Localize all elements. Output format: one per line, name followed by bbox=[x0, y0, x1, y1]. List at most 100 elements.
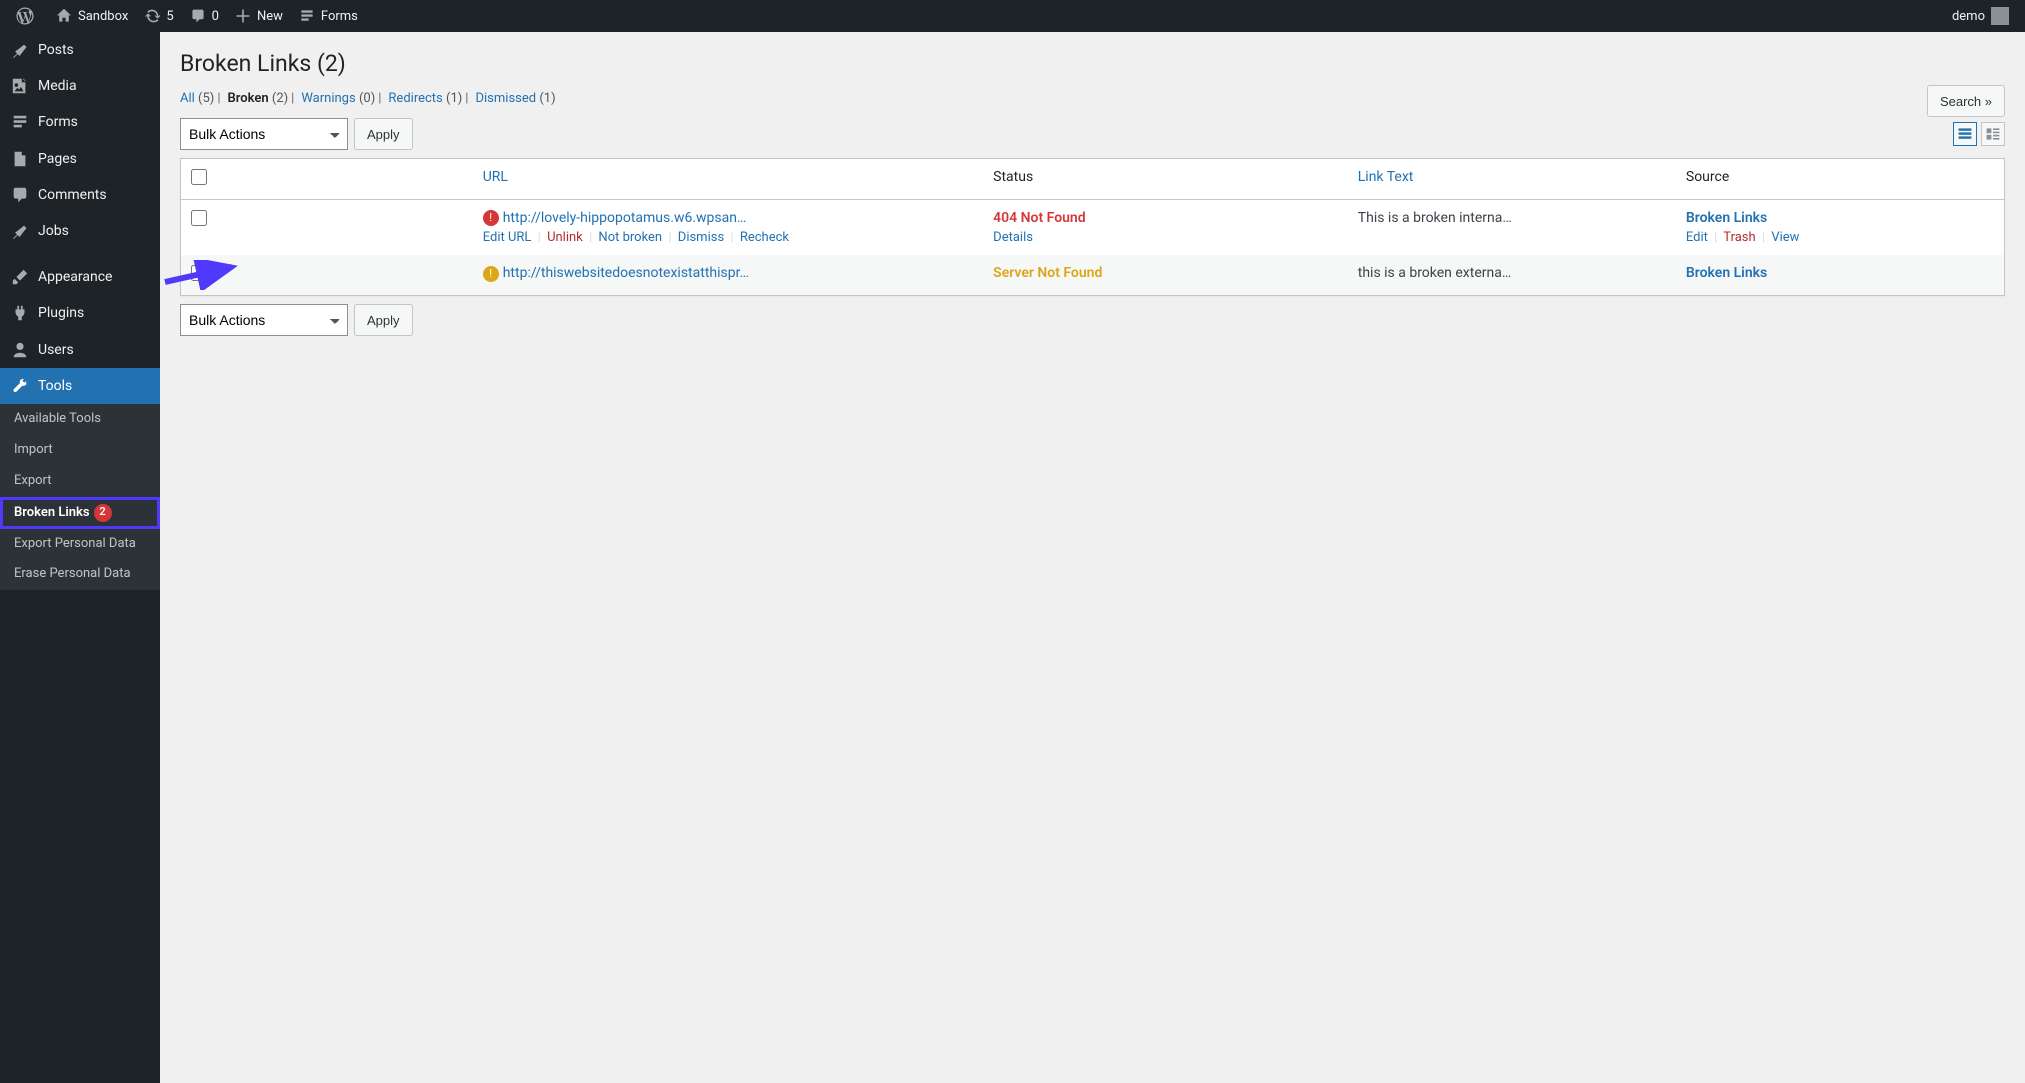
sidebar-item-label: Appearance bbox=[38, 268, 112, 286]
source-link[interactable]: Broken Links bbox=[1686, 265, 1767, 281]
sidebar-item-appearance[interactable]: Appearance bbox=[0, 259, 160, 295]
comments-count: 0 bbox=[212, 9, 219, 24]
pin-icon bbox=[10, 222, 30, 240]
column-url[interactable]: URL bbox=[473, 159, 983, 200]
comments[interactable]: 0 bbox=[182, 0, 227, 32]
forms-icon bbox=[299, 8, 315, 24]
unlink-action[interactable]: Unlink bbox=[547, 230, 583, 245]
warning-icon: ! bbox=[483, 266, 499, 282]
bulk-actions-select-bottom[interactable]: Bulk Actions bbox=[180, 304, 348, 336]
sidebar-item-media[interactable]: Media bbox=[0, 68, 160, 104]
view-excerpt-icon[interactable] bbox=[1981, 122, 2005, 146]
forms-label: Forms bbox=[321, 9, 358, 24]
link-url[interactable]: http://lovely-hippopotamus.w6.wpsan… bbox=[503, 210, 747, 226]
submenu-label: Export bbox=[14, 473, 52, 488]
column-link-text[interactable]: Link Text bbox=[1348, 159, 1676, 200]
filter-all[interactable]: All bbox=[180, 91, 195, 106]
submenu-label: Erase Personal Data bbox=[14, 566, 131, 581]
howdy-user: demo bbox=[1952, 9, 1985, 24]
trash-action[interactable]: Trash bbox=[1723, 230, 1755, 245]
sidebar-item-pages[interactable]: Pages bbox=[0, 141, 160, 177]
page-title: Broken Links (2) bbox=[180, 50, 2005, 77]
link-text-cell: This is a broken interna… bbox=[1348, 200, 1676, 255]
edit-source-action[interactable]: Edit bbox=[1686, 230, 1708, 245]
sidebar-item-users[interactable]: Users bbox=[0, 332, 160, 368]
filter-dismissed[interactable]: Dismissed bbox=[475, 91, 536, 106]
select-all-checkbox[interactable] bbox=[191, 169, 207, 185]
pin-icon bbox=[10, 41, 30, 59]
content-wrap: Broken Links (2) All (5)|Broken (2)|Warn… bbox=[160, 0, 2025, 364]
sidebar-item-label: Users bbox=[38, 341, 74, 359]
comment-icon bbox=[190, 8, 206, 24]
submenu-item-export[interactable]: Export bbox=[0, 466, 160, 497]
broken-links-table: URL Status Link Text Source !http://love… bbox=[180, 158, 2005, 296]
sidebar-item-label: Plugins bbox=[38, 304, 84, 322]
bulk-actions-select[interactable]: Bulk Actions bbox=[180, 118, 348, 150]
submenu-item-import[interactable]: Import bbox=[0, 435, 160, 466]
submenu-item-broken-links[interactable]: Broken Links2 bbox=[0, 497, 160, 529]
sidebar-item-comments[interactable]: Comments bbox=[0, 177, 160, 213]
table-row: !http://lovely-hippopotamus.w6.wpsan…Edi… bbox=[181, 200, 2004, 255]
sidebar-item-label: Tools bbox=[38, 377, 72, 395]
badge-count: 2 bbox=[94, 504, 112, 522]
submenu-label: Import bbox=[14, 442, 53, 457]
updates-count: 5 bbox=[166, 9, 173, 24]
updates[interactable]: 5 bbox=[136, 0, 181, 32]
wordpress-icon bbox=[16, 7, 34, 25]
link-text-cell: this is a broken externa… bbox=[1348, 255, 1676, 295]
row-checkbox[interactable] bbox=[191, 210, 207, 226]
details-action[interactable]: Details bbox=[993, 230, 1033, 245]
filter-warnings[interactable]: Warnings bbox=[301, 91, 355, 106]
tools-icon bbox=[10, 377, 30, 395]
column-status: Status bbox=[983, 159, 1348, 200]
new-content[interactable]: New bbox=[227, 0, 291, 32]
source-link[interactable]: Broken Links bbox=[1686, 210, 1767, 226]
status-label: Server Not Found bbox=[993, 265, 1102, 281]
submenu-label: Export Personal Data bbox=[14, 536, 136, 551]
update-icon bbox=[144, 8, 160, 24]
comment-icon bbox=[10, 186, 30, 204]
apply-button-bottom[interactable]: Apply bbox=[354, 304, 413, 336]
submenu-item-available-tools[interactable]: Available Tools bbox=[0, 404, 160, 435]
filter-broken[interactable]: Broken bbox=[228, 91, 269, 106]
column-source: Source bbox=[1676, 159, 2004, 200]
tablenav-top: Bulk Actions Apply bbox=[180, 118, 2005, 150]
sidebar-item-forms[interactable]: Forms bbox=[0, 104, 160, 140]
search-button[interactable]: Search » bbox=[1927, 85, 2005, 117]
sidebar-item-jobs[interactable]: Jobs bbox=[0, 213, 160, 249]
filter-links: All (5)|Broken (2)|Warnings (0)|Redirect… bbox=[180, 91, 2005, 106]
row-checkbox[interactable] bbox=[191, 265, 207, 281]
wp-logo[interactable] bbox=[8, 0, 48, 32]
my-account[interactable]: demo bbox=[1944, 0, 2017, 32]
page-icon bbox=[10, 150, 30, 168]
row-actions: Edit URL | Unlink | Not broken | Dismiss… bbox=[483, 230, 973, 245]
dismiss-action[interactable]: Dismiss bbox=[678, 230, 724, 245]
avatar bbox=[1991, 7, 2009, 25]
sidebar-item-label: Pages bbox=[38, 150, 77, 168]
edit-url-action[interactable]: Edit URL bbox=[483, 230, 532, 245]
sidebar-item-posts[interactable]: Posts bbox=[0, 32, 160, 68]
brush-icon bbox=[10, 268, 30, 286]
media-icon bbox=[10, 77, 30, 95]
submenu-item-erase-personal-data[interactable]: Erase Personal Data bbox=[0, 559, 160, 590]
apply-button-top[interactable]: Apply bbox=[354, 118, 413, 150]
link-url[interactable]: http://thiswebsitedoesnotexistatthispr… bbox=[503, 265, 749, 281]
view-action[interactable]: View bbox=[1771, 230, 1799, 245]
status-label: 404 Not Found bbox=[993, 210, 1085, 226]
plugin-icon bbox=[10, 304, 30, 322]
sidebar-item-label: Media bbox=[38, 77, 77, 95]
sidebar-item-plugins[interactable]: Plugins bbox=[0, 295, 160, 331]
site-name[interactable]: Sandbox bbox=[48, 0, 136, 32]
not-broken-action[interactable]: Not broken bbox=[598, 230, 662, 245]
forms-icon bbox=[10, 113, 30, 131]
sidebar-item-tools[interactable]: Tools bbox=[0, 368, 160, 404]
sidebar-item-label: Jobs bbox=[38, 222, 69, 240]
adminbar-forms[interactable]: Forms bbox=[291, 0, 366, 32]
submenu-item-export-personal-data[interactable]: Export Personal Data bbox=[0, 529, 160, 560]
admin-bar: Sandbox 5 0 New Forms demo bbox=[0, 0, 2025, 32]
submenu-label: Available Tools bbox=[14, 411, 101, 426]
filter-redirects[interactable]: Redirects bbox=[388, 91, 442, 106]
view-list-icon[interactable] bbox=[1953, 122, 1977, 146]
recheck-action[interactable]: Recheck bbox=[740, 230, 789, 245]
user-icon bbox=[10, 341, 30, 359]
